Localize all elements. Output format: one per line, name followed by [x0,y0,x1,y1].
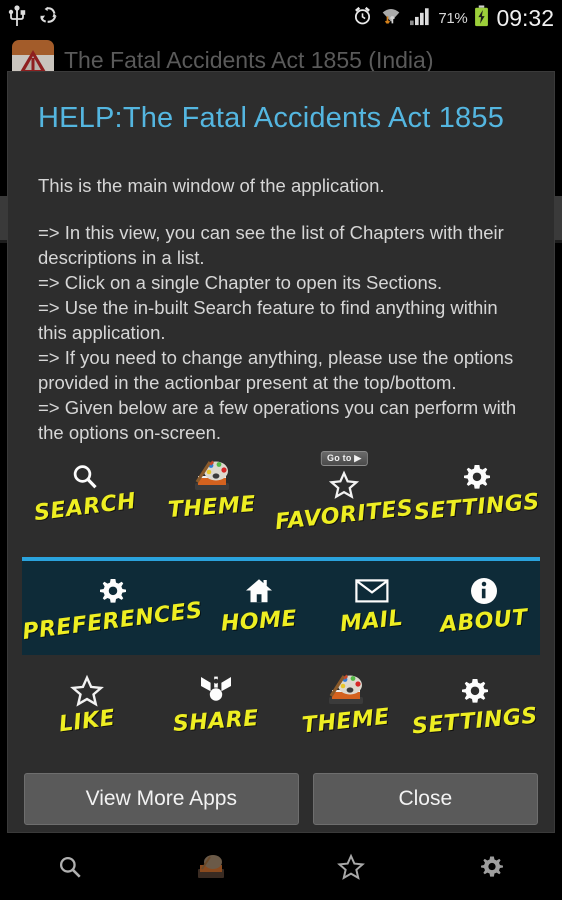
body-line: => Click on a single Chapter to open its… [38,272,443,293]
goto-badge: Go to ▶ [321,451,368,466]
help-dialog: HELP:The Fatal Accidents Act 1855 This i… [8,72,554,832]
help-icon-row-2: PREFERENCES HOME MAIL ABOUT [21,571,540,649]
help-icon-row-1: SEARCH THEME Go to ▶ FAVORITES SETTINGS [8,445,554,545]
help-action-label: SETTINGS [412,489,541,526]
battery-percent-label: 71% [438,9,468,27]
signal-bars-icon [409,6,431,31]
bottom-bar-settings-button[interactable] [422,853,562,886]
gear-icon [478,853,506,886]
search-icon [57,854,83,885]
status-bar-left-icons [8,4,59,32]
status-bar-right-icons: 71% 09:32 [352,5,554,32]
view-more-apps-button[interactable]: View More Apps [24,773,299,825]
help-icon-row-2-highlighted: PREFERENCES HOME MAIL ABOUT [21,557,540,655]
gear-icon [460,671,490,711]
bottom-bar-favorites-button[interactable] [281,853,422,886]
palette-theme-icon [196,853,226,886]
help-action-preferences[interactable]: PREFERENCES [21,571,204,649]
help-action-favorites[interactable]: Go to ▶ FAVORITES [274,451,414,541]
star-outline-icon [337,853,366,886]
status-bar: 71% 09:32 [0,0,562,36]
share-nodes-icon [198,671,234,711]
info-circle-icon [469,571,499,611]
help-action-share[interactable]: SHARE [152,671,282,755]
dialog-body: This is the main window of the applicati… [8,153,554,445]
body-line: => Use the in-built Search feature to fi… [38,297,498,343]
dialog-title-area: HELP:The Fatal Accidents Act 1855 [8,72,554,153]
search-icon [70,457,100,497]
bottom-bar-theme-button[interactable] [141,853,282,886]
help-action-label: SEARCH [32,488,138,527]
body-line: => In this view, you can see the list of… [38,222,504,268]
help-action-about[interactable]: ABOUT [428,571,540,649]
palette-theme-icon [192,457,232,497]
bottom-action-bar[interactable] [0,838,562,900]
close-button[interactable]: Close [312,773,538,825]
help-action-label: HOME [220,606,299,637]
help-icon-row-3: LIKE SHARE THEME SETTINGS [8,659,554,759]
help-action-theme-2[interactable]: THEME [281,671,411,755]
help-action-label: MAIL [338,605,405,638]
help-action-label: ABOUT [438,605,529,638]
home-icon [243,571,275,611]
help-action-search[interactable]: SEARCH [22,457,148,541]
status-bar-clock: 09:32 [496,4,554,31]
gear-icon [462,457,492,497]
gear-icon [98,571,128,611]
app-title: The Fatal Accidents Act 1855 (India) [64,46,434,73]
battery-charging-icon [474,4,489,32]
help-action-label: SHARE [172,706,260,737]
help-action-label: THEME [300,704,391,739]
body-line: => If you need to change anything, pleas… [38,347,514,393]
help-action-label: SETTINGS [411,703,540,740]
dialog-title: HELP:The Fatal Accidents Act 1855 [38,102,505,134]
sync-recycle-icon [38,5,59,31]
body-line: This is the main window of the applicati… [38,175,385,196]
usb-icon [8,4,26,32]
help-action-label: THEME [167,491,257,524]
star-outline-icon [69,671,104,711]
help-action-like[interactable]: LIKE [22,671,152,755]
body-line: => Given below are a few operations you … [38,397,517,443]
help-action-mail[interactable]: MAIL [315,571,427,649]
app-icon-exclamation [31,58,35,72]
star-outline-icon [329,465,360,505]
bottom-bar-search-button[interactable] [0,854,141,885]
palette-theme-icon [326,671,366,711]
help-action-home[interactable]: HOME [203,571,315,649]
help-action-label: LIKE [57,705,117,738]
dialog-footer: View More Apps Close [8,759,554,843]
help-action-theme[interactable]: THEME [148,457,274,541]
help-action-settings-2[interactable]: SETTINGS [411,671,541,755]
help-action-settings[interactable]: SETTINGS [412,457,541,541]
alarm-icon [352,5,373,31]
envelope-icon [354,571,389,611]
wifi-transfer-icon [380,5,402,31]
